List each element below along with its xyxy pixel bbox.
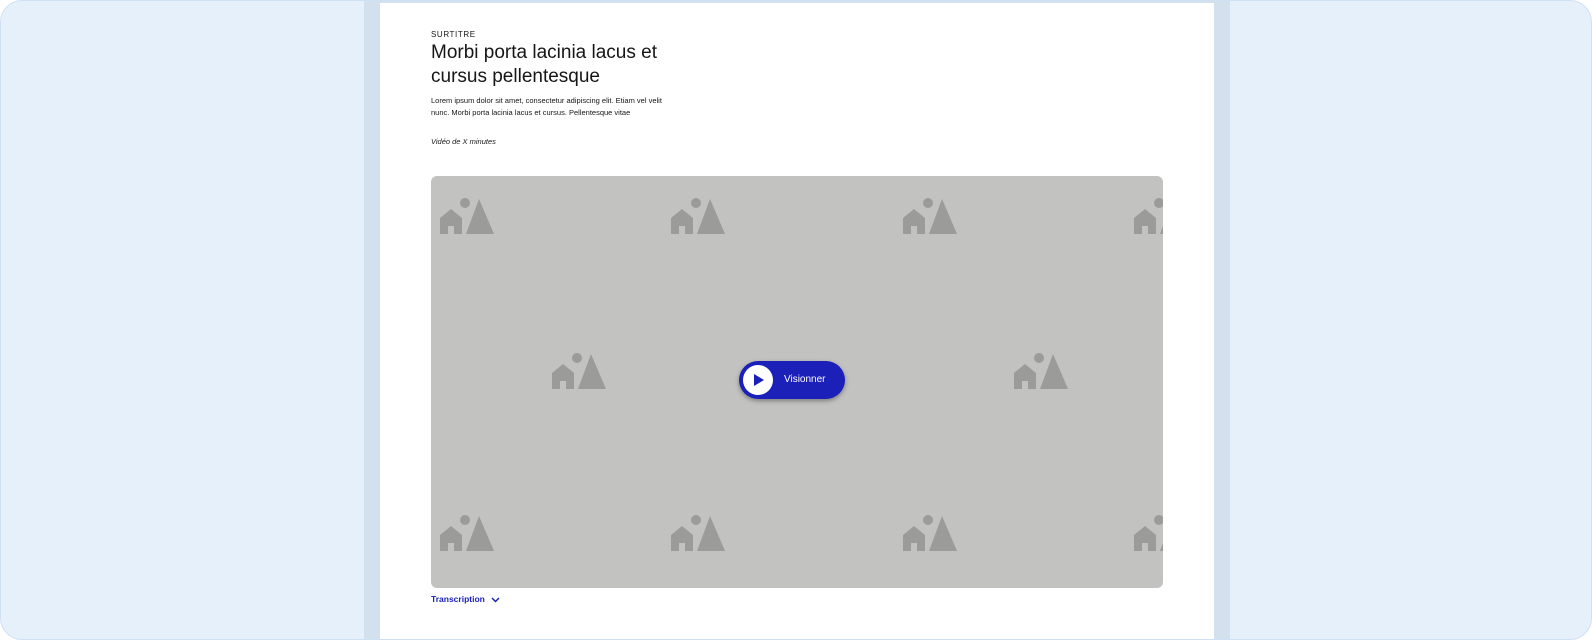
image-placeholder-icon: [1013, 351, 1071, 393]
chevron-down-icon: [491, 597, 500, 603]
image-placeholder-icon: [439, 196, 497, 238]
section-title: Morbi porta lacinia lacus et cursus pell…: [431, 42, 657, 87]
overline: SURTITRE: [431, 30, 476, 39]
page-frame: SURTITRE Morbi porta lacinia lacus et cu…: [0, 0, 1592, 640]
image-placeholder-icon: [551, 351, 609, 393]
section-description: Lorem ipsum dolor sit amet, consectetur …: [431, 96, 662, 117]
video-duration: Vidéo de X minutes: [431, 137, 496, 146]
image-placeholder-icon: [670, 196, 728, 238]
play-button-label: Visionner: [784, 374, 826, 385]
image-placeholder-icon: [670, 513, 728, 555]
image-placeholder-icon: [1133, 196, 1163, 238]
image-placeholder-icon: [902, 196, 960, 238]
video-section: SURTITRE Morbi porta lacinia lacus et cu…: [380, 3, 1214, 639]
video-player[interactable]: Visionner: [431, 176, 1163, 588]
transcript-toggle[interactable]: Transcription: [431, 594, 500, 604]
image-placeholder-icon: [1133, 513, 1163, 555]
play-icon: [754, 374, 764, 386]
image-placeholder-icon: [439, 513, 497, 555]
play-button[interactable]: Visionner: [739, 361, 845, 399]
play-icon-circle: [743, 365, 773, 395]
transcript-label: Transcription: [431, 594, 485, 604]
image-placeholder-icon: [902, 513, 960, 555]
